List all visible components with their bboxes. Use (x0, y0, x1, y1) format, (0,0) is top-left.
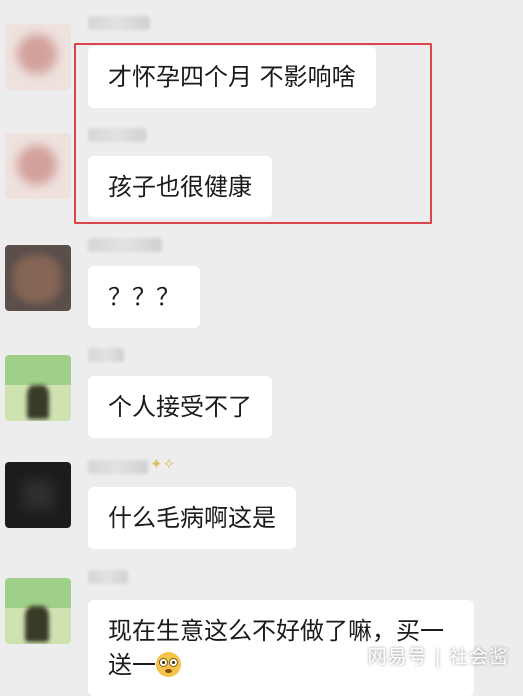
nickname (88, 460, 148, 474)
avatar[interactable] (5, 24, 71, 90)
avatar[interactable] (5, 245, 71, 311)
avatar[interactable] (5, 578, 71, 644)
flushed-face-icon (156, 652, 181, 677)
watermark: 网易号 | 社会酱 (367, 646, 509, 668)
nickname (88, 348, 124, 362)
nickname (88, 238, 162, 252)
message-bubble[interactable]: 什么毛病啊这是 (88, 487, 296, 549)
message-bubble[interactable]: ？？？ (88, 266, 200, 328)
message-bubble[interactable]: 个人接受不了 (88, 376, 272, 438)
avatar[interactable] (5, 355, 71, 421)
nickname (88, 16, 150, 30)
highlight-box (74, 43, 432, 224)
sparkle-icon: ✦✧ (150, 455, 176, 473)
nickname (88, 570, 128, 584)
avatar[interactable] (5, 133, 71, 199)
avatar[interactable] (5, 462, 71, 528)
